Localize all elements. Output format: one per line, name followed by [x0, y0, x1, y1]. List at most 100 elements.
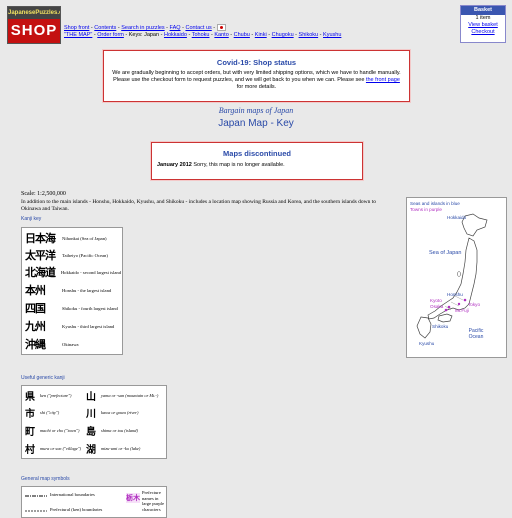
nav-order-form[interactable]: Order form	[97, 32, 124, 38]
kanji: 島	[86, 427, 96, 438]
list-item: 北海道 Hokkaido - second largest island	[25, 264, 121, 280]
symbol-label: Prefectural (ken) boundaries	[50, 507, 103, 512]
symbol-label: International boundaries	[50, 492, 95, 497]
nav-the-map[interactable]: "THE MAP"	[64, 32, 92, 38]
nav-key-japan: Japan	[144, 31, 160, 38]
nav-search[interactable]: Search in puzzles	[121, 25, 164, 31]
kanji: 町	[25, 427, 35, 438]
map-label-tokyo: Tokyo	[468, 302, 480, 307]
map-label-shikoku: Shikoku	[432, 324, 449, 329]
covid-text: We are gradually beginning to accept ord…	[110, 70, 403, 91]
kanji: 日本海	[25, 232, 56, 245]
discontinued-date: January 2012	[157, 162, 192, 168]
kanji: 本州	[25, 284, 46, 297]
shop-logo-text: SHOP	[8, 19, 60, 43]
list-item: 沖縄 Okinawa	[25, 336, 121, 352]
kanji: 村	[25, 445, 35, 456]
map-label-osaka: Osaka	[430, 304, 444, 309]
kanji-desc: Honshu - the largest island	[62, 287, 112, 293]
list-item: 町 machi or cho ("town")	[25, 422, 79, 439]
covid-title: Covid-19: Shop status	[216, 58, 297, 67]
international-boundary-symbol	[25, 495, 47, 497]
discontinued-title: Maps discontinued	[223, 149, 291, 158]
page-subtitle: Bargain maps of Japan	[218, 106, 294, 115]
nav-shop-front[interactable]: Shop front	[64, 25, 89, 31]
kanji-desc: Okinawa	[62, 341, 79, 347]
list-item: 山 yama or -san (mountain or Mt.-)	[86, 387, 158, 404]
prefecture-boundary-symbol	[25, 510, 47, 512]
kanji-key-heading: Kanji key	[21, 216, 42, 222]
front-page-link[interactable]: the front page	[366, 77, 400, 83]
kanji: 県	[25, 392, 35, 403]
kanji-desc: Hokkaido - second largest island	[60, 269, 121, 275]
prefecture-name-sample: 栃木	[126, 493, 140, 503]
list-item: 県 ken ("prefecture")	[25, 387, 72, 404]
kanji-desc: Nihonkai (Sea of Japan)	[62, 235, 107, 241]
basket-count: 1 item	[475, 15, 491, 21]
kanji-desc: mizu-umi or -ko (lake)	[101, 446, 141, 451]
map-label-honshu: Honshu	[447, 292, 463, 297]
map-label-pacific: Pacific Ocean	[468, 328, 484, 340]
page-title: Japan Map - Key	[218, 118, 294, 129]
list-item: 川 kawa or gawa (river)	[86, 404, 138, 421]
japan-flag-icon[interactable]	[216, 24, 226, 31]
list-item: 村 mura or son ("village")	[25, 440, 81, 457]
nav-key-shikoku[interactable]: Shikoku	[299, 32, 319, 38]
nav-key-kyushu[interactable]: Kyushu	[323, 32, 341, 38]
nav-key-hokkaido[interactable]: Hokkaido	[164, 32, 187, 38]
japan-location-map[interactable]: Seas and islands in blue Towns in purple…	[406, 197, 507, 358]
map-label-kyoto: Kyoto	[430, 298, 442, 303]
list-item: 四国 Shikoku - fourth largest island	[25, 300, 121, 316]
discontinued-body: Sorry, this map is no longer available.	[193, 162, 285, 168]
kanji-desc: ken ("prefecture")	[40, 393, 72, 398]
kanji-key-table: 日本海 Nihonkai (Sea of Japan) 太平洋 Taiheiyo (…	[21, 227, 123, 355]
map-label-kyushu: Kyushu	[419, 341, 435, 346]
symbols-heading: General map symbols	[21, 476, 70, 482]
map-intro: In addition to the main islands - Honshu…	[21, 199, 377, 212]
checkout-link[interactable]: Checkout	[471, 29, 494, 35]
nav-key-tohoku[interactable]: Tohoku	[192, 32, 210, 38]
kanji: 沖縄	[25, 338, 46, 351]
discontinued-notice: Maps discontinued January 2012 Sorry, th…	[151, 142, 363, 180]
kanji: 川	[86, 409, 96, 420]
basket-panel: Basket 1 item View basket Checkout	[460, 5, 506, 43]
kanji-desc: shima or tou (island)	[101, 428, 138, 433]
covid-body: We are gradually beginning to accept ord…	[112, 70, 401, 83]
nav-contact[interactable]: Contact us	[185, 25, 211, 31]
list-item: 湖 mizu-umi or -ko (lake)	[86, 440, 140, 457]
map-label-hokkaido: Hokkaido	[447, 215, 467, 220]
covid-notice: Covid-19: Shop status We are gradually b…	[103, 50, 410, 102]
map-label-mt-fuji: Mt.Fuji	[455, 308, 469, 313]
kanji: 山	[86, 392, 96, 403]
covid-body-end: for more details.	[236, 84, 277, 90]
nav-key-chubu[interactable]: Chubu	[234, 32, 250, 38]
nav-faq[interactable]: FAQ	[170, 25, 181, 31]
kanji: 九州	[25, 320, 46, 333]
symbol-label: Prefecture names in large purple charact…	[142, 490, 164, 512]
kanji-desc: Taiheiyo (Pacific Ocean)	[62, 252, 108, 258]
nav-key-kanto[interactable]: Kanto	[214, 32, 228, 38]
symbols-table: International boundaries Prefectural (ke…	[21, 486, 167, 518]
nav-key-chugoku[interactable]: Chugoku	[272, 32, 294, 38]
basket-title: Basket	[461, 6, 505, 15]
list-item: 島 shima or tou (island)	[86, 422, 138, 439]
kanji-desc: kawa or gawa (river)	[101, 410, 139, 415]
discontinued-text: January 2012 Sorry, this map is no longe…	[157, 162, 357, 168]
kanji: 市	[25, 409, 35, 420]
kanji-desc: Shikoku - fourth largest island	[62, 305, 118, 311]
kanji: 湖	[86, 445, 96, 456]
kanji: 太平洋	[25, 249, 56, 262]
view-basket-link[interactable]: View basket	[468, 22, 498, 28]
list-item: 本州 Honshu - the largest island	[25, 282, 121, 298]
site-logo[interactable]: JapanesePuzzles.com SHOP	[7, 6, 61, 44]
keys-label: Keys:	[128, 31, 143, 38]
nav-contents[interactable]: Contents	[94, 25, 116, 31]
map-label-sea-of-japan: Sea of Japan	[429, 250, 462, 256]
japan-outline	[416, 213, 488, 339]
nav-key-kinki[interactable]: Kinki	[255, 32, 267, 38]
list-item: 市 shi ("city")	[25, 404, 59, 421]
map-scale: Scale: 1:2,500,000	[21, 191, 66, 197]
kanji-desc: yama or -san (mountain or Mt.-)	[101, 393, 159, 398]
kanji-desc: shi ("city")	[40, 410, 60, 415]
kanji-desc: mura or son ("village")	[40, 446, 82, 451]
